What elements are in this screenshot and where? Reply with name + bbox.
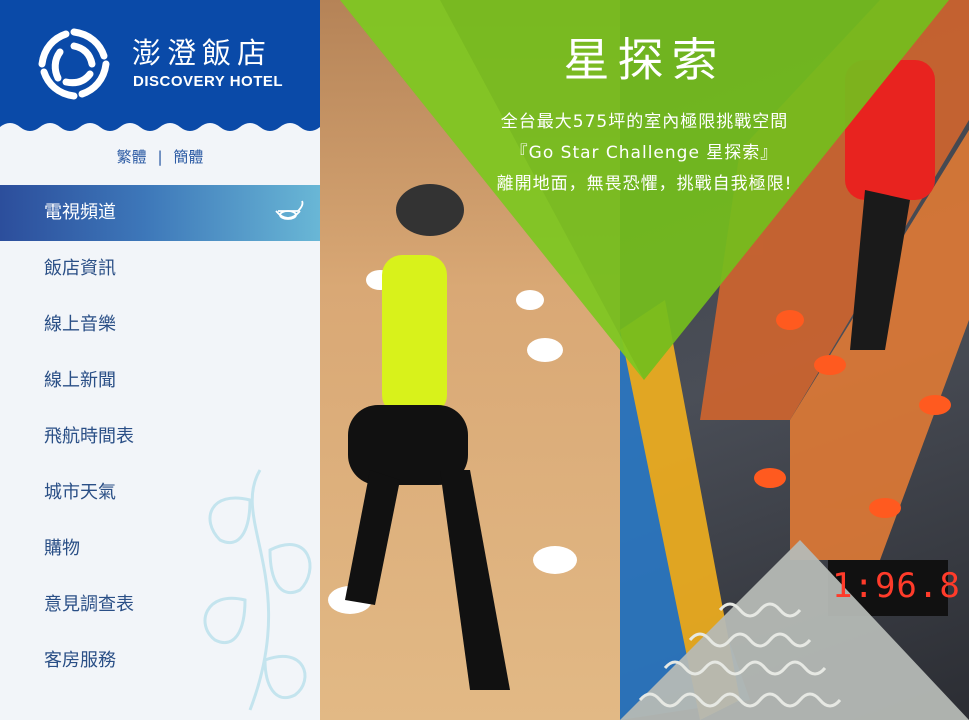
lang-separator: | bbox=[157, 148, 163, 166]
discovery-hotel-logo bbox=[38, 28, 110, 100]
menu-item-label: 飯店資訊 bbox=[44, 258, 116, 279]
timer-display: 1:96.8 bbox=[832, 566, 961, 606]
menu-item-city-weather[interactable]: 城市天氣 bbox=[0, 465, 320, 521]
promo-line-1: 全台最大575坪的室內極限挑戰空間 bbox=[500, 112, 789, 132]
language-switcher: 繁體 | 簡體 bbox=[0, 146, 320, 167]
menu-item-label: 城市天氣 bbox=[44, 482, 116, 503]
menu-item-label: 線上音樂 bbox=[44, 314, 116, 335]
menu-item-hotel-info[interactable]: 飯店資訊 bbox=[0, 241, 320, 297]
brand-header: 澎澄飯店 DISCOVERY HOTEL bbox=[0, 0, 320, 135]
menu-item-label: 客房服務 bbox=[44, 650, 116, 671]
main-menu: 電視頻道 飯店資訊 線上音樂 線上新聞 飛航時間表 城市天氣 購物 意見調查表 … bbox=[0, 185, 320, 689]
menu-item-room-service[interactable]: 客房服務 bbox=[0, 633, 320, 689]
menu-item-tv-channels[interactable]: 電視頻道 bbox=[0, 185, 320, 241]
wave-divider bbox=[0, 123, 320, 135]
menu-item-shopping[interactable]: 購物 bbox=[0, 521, 320, 577]
menu-item-online-music[interactable]: 線上音樂 bbox=[0, 297, 320, 353]
cup-icon bbox=[275, 200, 304, 220]
menu-item-flight-schedule[interactable]: 飛航時間表 bbox=[0, 409, 320, 465]
promo-line-3: 離開地面，無畏恐懼，挑戰自我極限! bbox=[496, 174, 793, 194]
sidebar: 澎澄飯店 DISCOVERY HOTEL 繁體 | 簡體 電視頻道 飯店資訊 線… bbox=[0, 0, 320, 720]
menu-item-online-news[interactable]: 線上新聞 bbox=[0, 353, 320, 409]
hotel-name-en: DISCOVERY HOTEL bbox=[133, 73, 284, 90]
promo-title: 星探索 bbox=[563, 33, 726, 87]
lang-simplified-link[interactable]: 簡體 bbox=[173, 148, 203, 166]
lang-traditional-link[interactable]: 繁體 bbox=[117, 148, 147, 166]
menu-item-survey[interactable]: 意見調查表 bbox=[0, 577, 320, 633]
promo-banner[interactable]: 星探索 全台最大575坪的室內極限挑戰空間 『Go Star Challenge… bbox=[320, 0, 969, 720]
menu-item-label: 線上新聞 bbox=[44, 370, 116, 391]
menu-item-label: 電視頻道 bbox=[44, 202, 116, 223]
menu-item-label: 飛航時間表 bbox=[44, 426, 134, 447]
promo-line-2: 『Go Star Challenge 星探索』 bbox=[510, 143, 779, 163]
menu-item-label: 意見調查表 bbox=[44, 594, 134, 615]
hotel-name-zh: 澎澄飯店 bbox=[132, 36, 273, 70]
menu-item-label: 購物 bbox=[44, 538, 80, 559]
